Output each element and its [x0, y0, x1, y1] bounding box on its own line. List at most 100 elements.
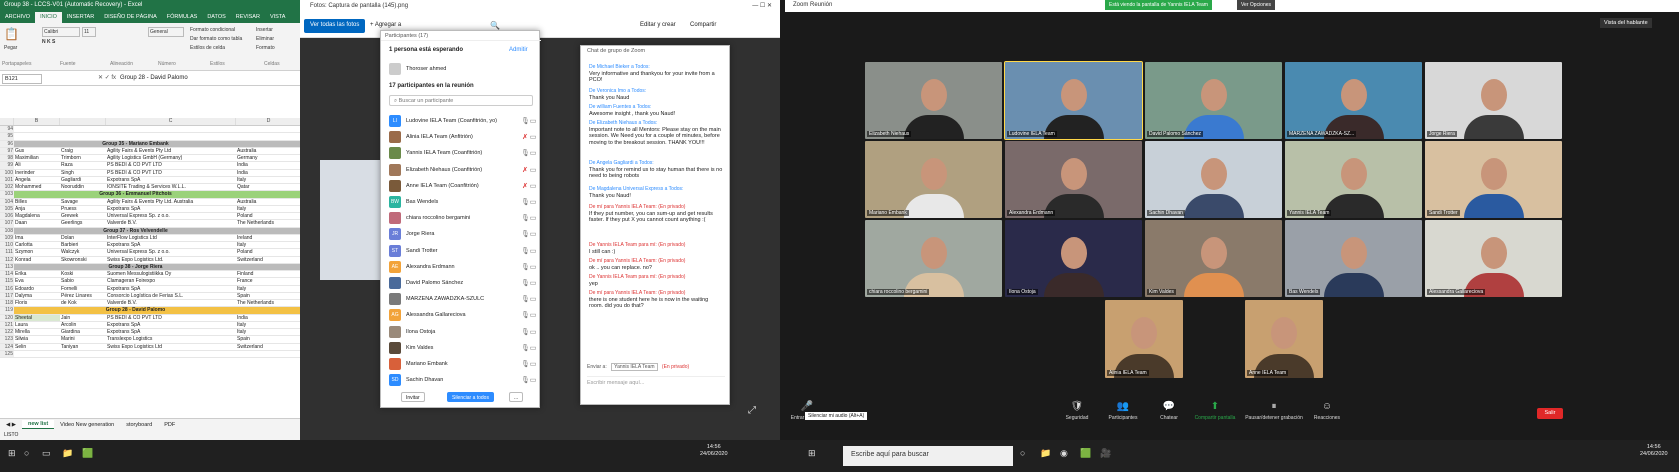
column-header[interactable]: B [14, 118, 60, 125]
camera-icon[interactable]: ▭ [529, 247, 537, 255]
cell[interactable]: Italy [236, 322, 302, 328]
cell[interactable]: Mirella [14, 329, 60, 335]
column-header[interactable]: C [106, 118, 236, 125]
cell[interactable] [236, 133, 302, 139]
search-icon[interactable]: ○ [24, 448, 29, 458]
zoom-icon[interactable]: 🔍 [490, 21, 500, 30]
cell[interactable]: PS BEDI & CO PVT LTD [106, 162, 236, 168]
microphone-icon[interactable]: 🎙 [521, 149, 530, 157]
video-tile[interactable]: Alessandra Gallareciova [1425, 220, 1562, 297]
paste-icon[interactable]: 📋 [4, 27, 19, 41]
group-header-cell[interactable]: Group 36 - Emmanuel Pitchois [14, 191, 256, 197]
cell[interactable]: Agility Fairs & Events Pty Ltd. Australi… [106, 199, 236, 205]
cell[interactable] [60, 133, 106, 139]
tab-revisar[interactable]: REVISAR [231, 12, 265, 23]
explorer-icon[interactable]: 📁 [1040, 448, 1051, 459]
cell[interactable]: Szymon [14, 249, 60, 255]
cell[interactable]: Taniyan [60, 344, 106, 350]
security-button[interactable]: 🛡 Seguridad [1055, 401, 1099, 421]
mute-all-button[interactable]: Silenciar a todos [447, 392, 494, 402]
cell[interactable]: Walczyk [60, 249, 106, 255]
zoom-icon[interactable]: 🎥 [1100, 448, 1111, 459]
mic-muted-icon[interactable]: ✗ [521, 182, 529, 190]
task-view-icon[interactable]: ○ [1020, 448, 1025, 458]
sheet-tab[interactable]: Video New generation [54, 421, 120, 429]
cell[interactable]: Skowronski [60, 257, 106, 263]
cell[interactable] [236, 351, 302, 357]
cell[interactable] [106, 351, 236, 357]
cell[interactable]: India [236, 162, 302, 168]
cell[interactable]: Italy [236, 242, 302, 248]
participant-row[interactable]: David Palomo Sánchez 🎙 ▭ [389, 275, 537, 291]
cell[interactable]: Italy [236, 177, 302, 183]
cell[interactable]: Clamageran Foirexpo [106, 278, 236, 284]
cell[interactable]: Mohammed [14, 184, 60, 190]
windows-icon[interactable]: ⊞ [8, 448, 16, 459]
cell[interactable]: Valverde B.V. [106, 220, 236, 226]
tab-inicio[interactable]: INICIO [35, 12, 62, 23]
participant-row[interactable]: Alinia IELA Team (Anfitrión) ✗ ▭ [389, 129, 537, 145]
cell[interactable]: InterFlow Logistics Ltd [106, 235, 236, 241]
cell[interactable]: Valverde B.V. [106, 300, 236, 306]
participant-row[interactable]: Ilona Ostoja 🎙 ▭ [389, 324, 537, 340]
video-tile[interactable]: chiara roccolino bergamini [865, 220, 1002, 297]
cell[interactable]: Expotrans SpA [106, 329, 236, 335]
cell[interactable]: France [236, 278, 302, 284]
microphone-icon[interactable]: 🎙 [521, 214, 530, 222]
cell[interactable]: Expotrans SpA [106, 177, 236, 183]
cell[interactable]: Angela [14, 177, 60, 183]
font-name-select[interactable]: Calibri [42, 27, 80, 37]
edit-create-button[interactable]: Editar y crear [640, 22, 676, 28]
sheet-tab[interactable]: new list [22, 420, 55, 429]
cell[interactable]: Germany [236, 155, 302, 161]
cell[interactable]: Swiss Expo Logistics Ltd [106, 344, 236, 350]
view-all-photos-button[interactable]: Ver todas las fotos [304, 19, 366, 33]
record-button[interactable]: ⏸ Pausar/detener grabación [1245, 401, 1303, 421]
excel-icon[interactable]: 🟩 [1080, 448, 1091, 459]
camera-icon[interactable]: ▭ [529, 149, 537, 157]
cell[interactable]: Universal Express Sp. z o.o. [106, 249, 236, 255]
participant-search-input[interactable]: ⌕ Buscar un participante [389, 95, 533, 106]
mic-muted-icon[interactable]: ✗ [521, 133, 529, 141]
cell[interactable]: Carlotta [14, 242, 60, 248]
format-as-table-button[interactable]: Dar formato como tabla [190, 36, 242, 42]
cell[interactable]: Pérez Linares [60, 293, 106, 299]
cell[interactable]: India [236, 170, 302, 176]
cell[interactable]: Trimborn [60, 155, 106, 161]
microphone-icon[interactable]: 🎙 [521, 230, 530, 238]
explorer-icon[interactable]: 📁 [62, 448, 73, 459]
cell[interactable]: PS BEDI & CO PVT LTD [106, 170, 236, 176]
share-button[interactable]: Compartir [690, 22, 716, 28]
cell[interactable]: Konrad [14, 257, 60, 263]
cell[interactable]: Italy [236, 286, 302, 292]
cell[interactable]: Sabio [60, 278, 106, 284]
cell[interactable] [106, 126, 236, 132]
window-controls-icon[interactable]: — ☐ ✕ [752, 2, 772, 9]
group-header-cell[interactable]: Group 37 - Ros Velvendelle [14, 228, 256, 234]
cell[interactable]: IONSITE Trading & Services W.L.L. [106, 184, 236, 190]
recipient-select[interactable]: Yannis IELA Team [611, 363, 658, 371]
sheet-nav-icon[interactable]: ◀ ▶ [0, 421, 22, 429]
participant-row[interactable]: BW Bas Wendels 🎙 ▭ [389, 194, 537, 210]
cell[interactable] [60, 126, 106, 132]
participant-row[interactable]: AE Alexandra Erdmann 🎙 ▭ [389, 259, 537, 275]
cell[interactable]: Geerlings [60, 220, 106, 226]
cell[interactable]: Gus [14, 148, 60, 154]
cell[interactable]: Spain [236, 336, 302, 342]
sheet-tab[interactable]: storyboard [120, 421, 158, 429]
participant-row[interactable]: chiara roccolino bergamini 🎙 ▭ [389, 210, 537, 226]
cell[interactable]: The Netherlands [236, 220, 302, 226]
insert-button[interactable]: Insertar [256, 27, 273, 33]
conditional-format-button[interactable]: Formato condicional [190, 27, 235, 33]
formula-input[interactable]: Group 28 - David Palomo [120, 75, 188, 81]
cell[interactable]: Craig [60, 148, 106, 154]
cell[interactable]: India [236, 315, 302, 321]
cell[interactable]: Koski [60, 271, 106, 277]
cell[interactable]: Selin [14, 344, 60, 350]
cell[interactable]: Silwia [14, 336, 60, 342]
cell[interactable]: Maximilian [14, 155, 60, 161]
cell[interactable]: Expotrans SpA [106, 286, 236, 292]
cell[interactable] [14, 133, 60, 139]
group-header-cell[interactable]: Group 28 - David Palomo [14, 307, 256, 313]
camera-icon[interactable]: ▭ [529, 214, 537, 222]
